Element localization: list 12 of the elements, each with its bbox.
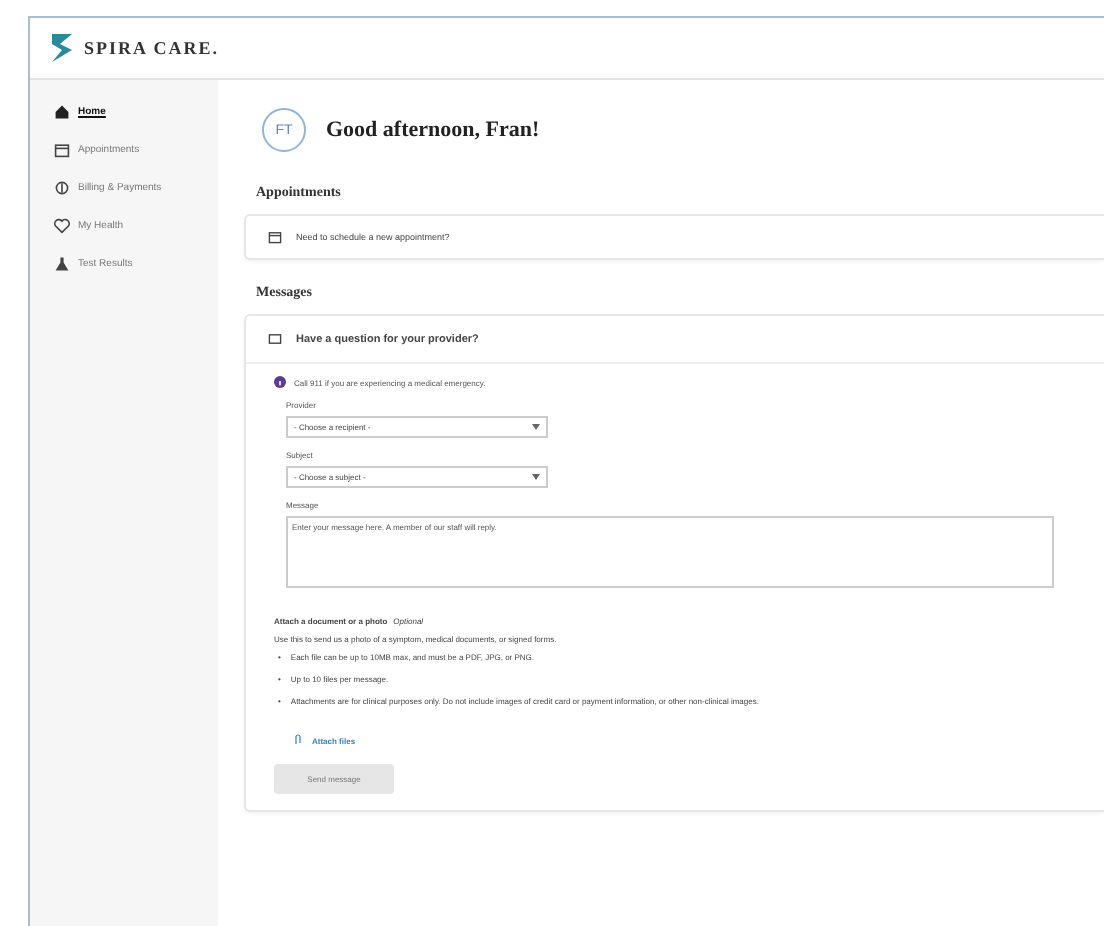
greeting-heading: Good afternoon, Fran! — [326, 118, 540, 142]
calendar-icon — [268, 230, 282, 244]
paperclip-icon — [294, 734, 304, 746]
brand-name: SPIRA CARE. — [84, 38, 220, 58]
logo-icon — [50, 32, 74, 64]
calendar-icon — [54, 142, 70, 158]
chevron-down-icon — [532, 424, 540, 430]
health-icon — [54, 218, 70, 234]
home-icon — [54, 104, 70, 120]
info-icon — [274, 376, 286, 388]
flask-icon — [54, 256, 70, 272]
chevron-down-icon — [532, 474, 540, 480]
